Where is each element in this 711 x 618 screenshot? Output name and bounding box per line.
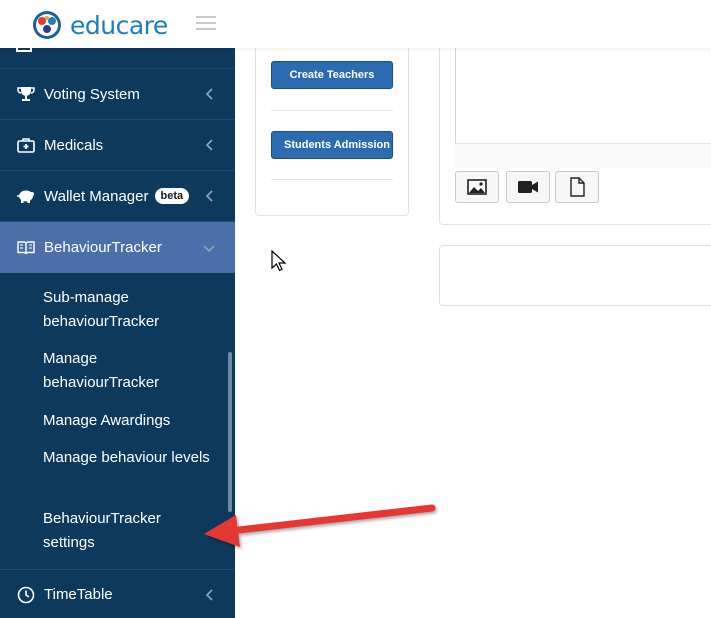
annotation-arrow-icon — [204, 504, 436, 547]
partial-item-icon — [16, 48, 32, 52]
beta-badge: beta — [154, 188, 190, 204]
piggy-bank-icon — [16, 188, 36, 204]
image-icon — [467, 179, 487, 195]
attach-video-button[interactable] — [506, 171, 550, 203]
menu-toggle-icon[interactable] — [196, 16, 216, 31]
sidebar-item-medicals[interactable]: Medicals — [0, 120, 235, 171]
sidebar-item-label: BehaviourTracker — [44, 239, 162, 256]
chevron-left-icon — [205, 190, 213, 202]
chevron-left-icon — [205, 139, 213, 151]
submenu-item-manage-levels[interactable]: Manage behaviour levels — [43, 446, 213, 470]
submenu-item-manage-awardings[interactable]: Manage Awardings — [43, 409, 213, 433]
sidebar-item-timetable[interactable]: TimeTable — [0, 569, 235, 618]
submenu-item-settings[interactable]: BehaviourTracker settings — [43, 507, 213, 555]
submenu-item-sub-manage[interactable]: Sub-manage behaviourTracker — [43, 286, 213, 334]
attach-image-button[interactable] — [455, 171, 499, 203]
file-icon — [570, 177, 585, 197]
sidebar-item-label: Medicals — [44, 136, 104, 154]
chevron-down-icon — [203, 244, 215, 252]
trophy-icon — [16, 86, 36, 102]
sidebar-item-label: Voting System — [44, 85, 140, 103]
top-header: educare — [0, 0, 711, 48]
mouse-cursor-icon — [271, 250, 287, 272]
sidebar-item-behaviourtracker[interactable]: BehaviourTracker — [0, 222, 235, 273]
chevron-left-icon — [205, 88, 213, 100]
attach-file-button[interactable] — [555, 171, 599, 203]
chevron-left-icon — [205, 588, 213, 601]
textarea-footer — [455, 143, 711, 168]
brand-name: educare — [70, 10, 168, 40]
sidebar-item-label: TimeTable — [44, 586, 113, 603]
sidebar-item-voting-system[interactable]: Voting System — [0, 69, 235, 120]
clock-icon — [16, 586, 36, 604]
divider — [271, 110, 393, 111]
submenu-item-manage[interactable]: Manage behaviourTracker — [43, 347, 213, 395]
medical-kit-icon — [16, 137, 36, 153]
create-teachers-button[interactable]: Create Teachers — [271, 61, 393, 89]
content-card — [439, 245, 711, 306]
book-icon — [16, 240, 36, 256]
video-icon — [518, 181, 538, 193]
sidebar-item-label: Wallet Manager — [44, 187, 149, 205]
divider — [271, 179, 393, 180]
sidebar-scrollbar[interactable] — [228, 352, 232, 512]
brand-logo[interactable]: educare — [32, 10, 168, 40]
sidebar-item-wallet-manager[interactable]: Wallet Manager beta — [0, 171, 235, 222]
educare-logo-icon — [33, 11, 61, 39]
students-admission-button[interactable]: Students Admission — [271, 131, 393, 159]
